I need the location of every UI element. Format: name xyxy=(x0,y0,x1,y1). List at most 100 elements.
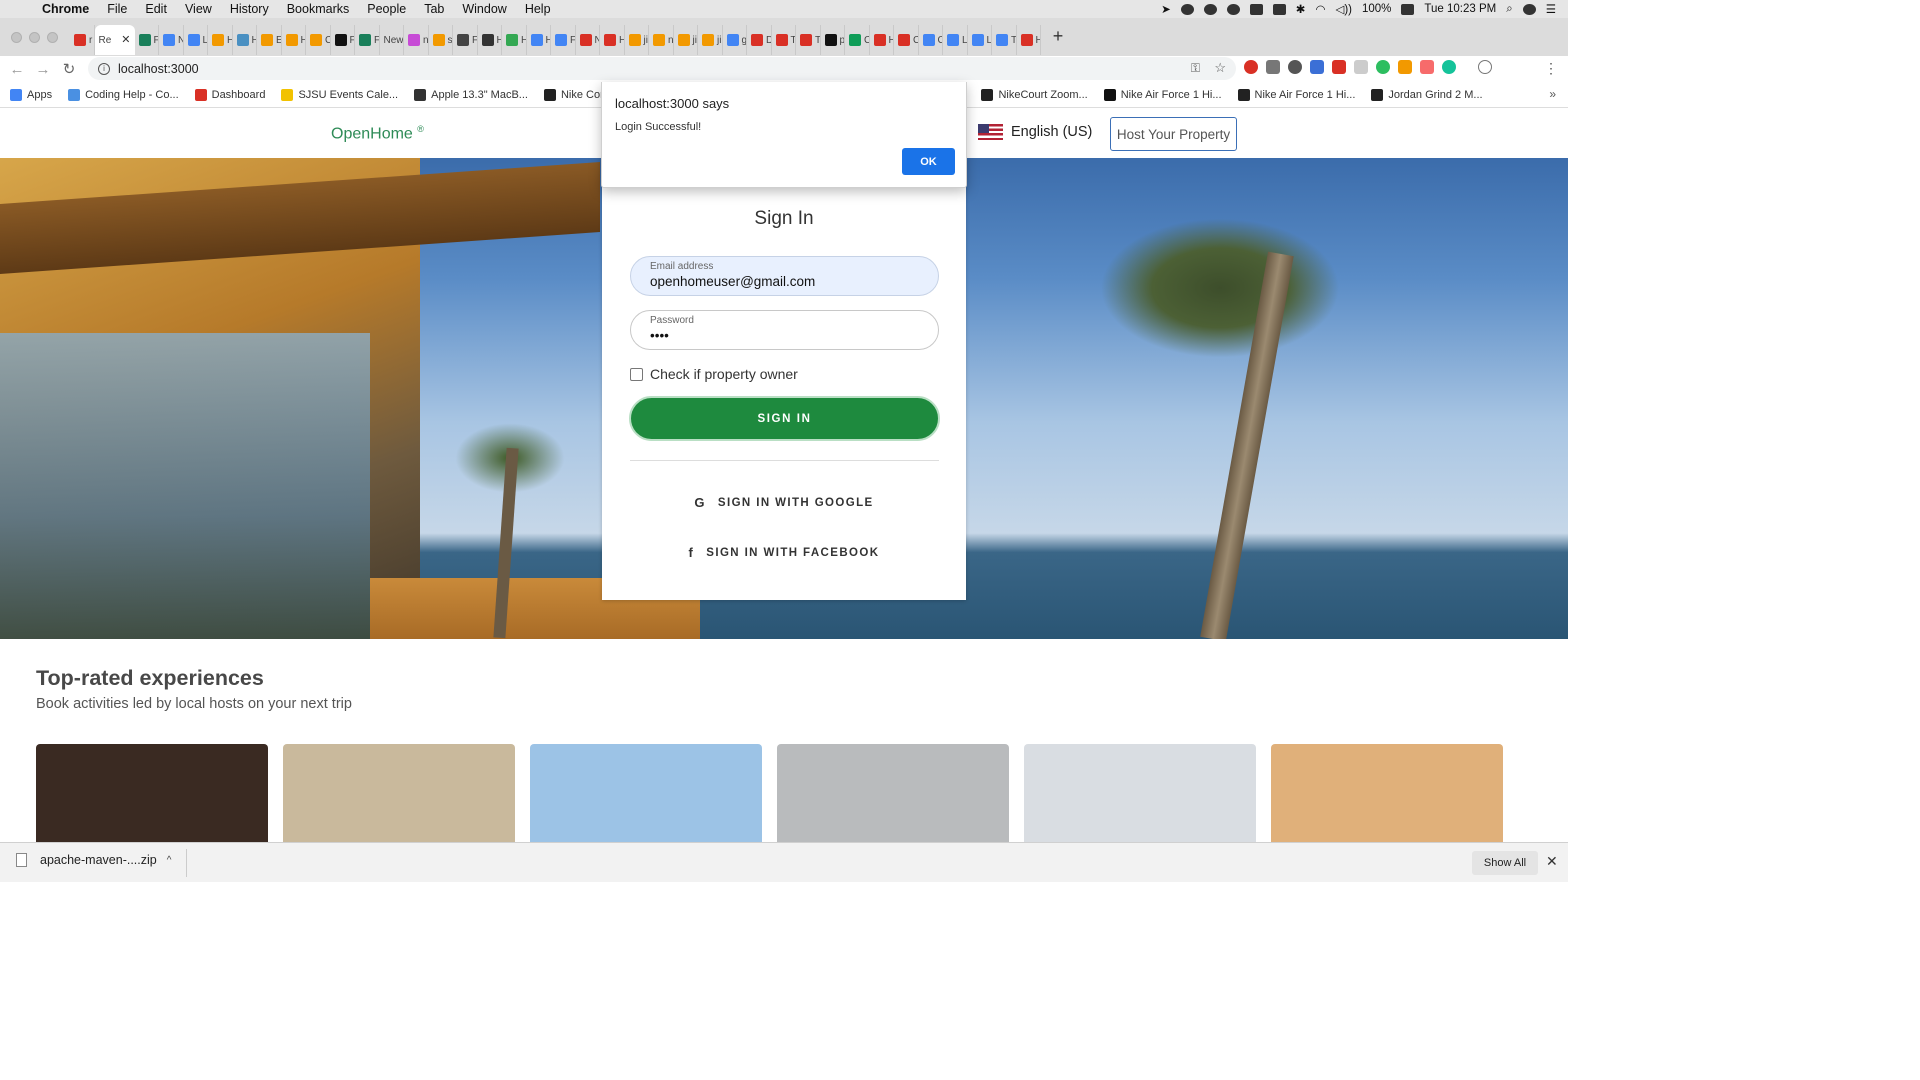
menu-tab[interactable]: Tab xyxy=(415,2,453,16)
browser-tab[interactable]: H xyxy=(502,25,527,55)
browser-tab[interactable]: H xyxy=(208,25,233,55)
show-all-downloads-button[interactable]: Show All xyxy=(1472,851,1538,875)
browser-tab[interactable]: E xyxy=(257,25,282,55)
experience-card[interactable] xyxy=(1024,744,1256,842)
forward-arrow-icon[interactable]: → xyxy=(30,61,56,78)
menu-edit[interactable]: Edit xyxy=(136,2,176,16)
bookmark-item[interactable]: Nike Air Force 1 Hi... xyxy=(1094,88,1222,101)
tab-active[interactable]: Re ✕ xyxy=(94,25,135,55)
battery-icon[interactable] xyxy=(1401,3,1415,15)
browser-tab[interactable]: ji xyxy=(674,25,698,55)
minimize-window-button[interactable] xyxy=(29,31,40,43)
browser-tab[interactable]: H xyxy=(870,25,894,55)
back-arrow-icon[interactable]: ← xyxy=(4,61,30,78)
bookmark-label[interactable]: Jordan Grind 2 M... xyxy=(1388,89,1482,101)
bookmark-item[interactable]: Nike Air Force 1 Hi... xyxy=(1228,88,1356,101)
bookmark-label[interactable]: Dashboard xyxy=(212,89,266,101)
email-field[interactable]: Email address openhomeuser@gmail.com xyxy=(630,256,939,296)
new-tab-button[interactable]: + xyxy=(1045,24,1071,50)
experience-card[interactable] xyxy=(1271,744,1503,842)
creative-cloud-icon[interactable] xyxy=(1203,3,1217,15)
evernote-icon[interactable] xyxy=(1376,60,1390,74)
cloud-icon[interactable] xyxy=(1180,3,1194,15)
browser-tab[interactable]: n xyxy=(649,25,674,55)
bookmark-item[interactable]: Jordan Grind 2 M... xyxy=(1361,88,1483,101)
site-logo[interactable]: OpenHome ® xyxy=(331,124,424,143)
browser-menu-icon[interactable]: ⋮ xyxy=(1544,60,1558,77)
browser-tab[interactable]: C xyxy=(894,25,919,55)
key-icon[interactable]: ⚿ xyxy=(1191,61,1200,76)
volume-icon[interactable]: ◁)) xyxy=(1335,2,1352,16)
browser-tab[interactable]: L xyxy=(943,25,968,55)
reload-icon[interactable]: ↻ xyxy=(56,60,82,78)
browser-tab[interactable]: g xyxy=(723,25,747,55)
alert-ok-button[interactable]: OK xyxy=(902,148,955,175)
logo-text[interactable]: OpenHome xyxy=(331,125,413,142)
browser-tab[interactable]: H xyxy=(600,25,625,55)
browser-tab[interactable]: H xyxy=(233,25,257,55)
browser-tab[interactable]: r xyxy=(70,25,95,55)
sign-in-with-google-button[interactable]: G SIGN IN WITH GOOGLE xyxy=(602,495,966,510)
browser-tab[interactable]: s xyxy=(429,25,453,55)
browser-tab[interactable]: H xyxy=(478,25,502,55)
bookmark-label[interactable]: Nike Air Force 1 Hi... xyxy=(1255,89,1356,101)
experience-card[interactable] xyxy=(777,744,1009,842)
clock[interactable]: Tue 10:23 PM xyxy=(1424,3,1496,15)
menu-history[interactable]: History xyxy=(221,2,278,16)
url-text[interactable]: localhost:3000 xyxy=(118,62,199,76)
browser-tab[interactable]: ji xyxy=(698,25,723,55)
menu-view[interactable]: View xyxy=(176,2,221,16)
browser-tab[interactable]: H xyxy=(527,25,551,55)
facebook-button-label[interactable]: SIGN IN WITH FACEBOOK xyxy=(706,547,879,559)
property-owner-row[interactable]: Check if property owner xyxy=(630,366,798,382)
password-field[interactable]: Password •••• xyxy=(630,310,939,350)
extension-icon[interactable] xyxy=(1310,60,1324,74)
close-window-button[interactable] xyxy=(11,31,22,43)
browser-tab[interactable]: H xyxy=(1017,25,1041,55)
status-icon[interactable] xyxy=(1226,3,1240,15)
bookmark-item[interactable]: SJSU Events Cale... xyxy=(271,88,398,101)
menu-window[interactable]: Window xyxy=(453,2,515,16)
browser-tab[interactable]: New xyxy=(380,25,404,55)
browser-tab[interactable]: C xyxy=(845,25,870,55)
bookmark-label[interactable]: SJSU Events Cale... xyxy=(298,89,398,101)
menu-file[interactable]: File xyxy=(98,2,136,16)
browser-tab[interactable]: L xyxy=(184,25,208,55)
extension-icon[interactable] xyxy=(1288,60,1302,74)
close-icon[interactable]: ✕ xyxy=(1546,853,1558,870)
address-bar[interactable]: i localhost:3000 ⚿ ☆ xyxy=(88,57,1236,80)
close-tab-icon[interactable]: ✕ xyxy=(121,33,130,46)
bookmark-item[interactable]: NikeCourt Zoom... xyxy=(971,88,1088,101)
bookmark-label[interactable]: Apple 13.3" MacB... xyxy=(431,89,528,101)
bookmarks-overflow-chevron-icon[interactable]: » xyxy=(1549,87,1556,101)
browser-tab[interactable]: T xyxy=(992,25,1017,55)
menu-bookmarks[interactable]: Bookmarks xyxy=(278,2,359,16)
bluetooth-icon[interactable]: ✱ xyxy=(1296,2,1306,16)
extension-icon[interactable] xyxy=(1420,60,1434,74)
browser-tab[interactable]: N xyxy=(159,25,184,55)
language-label[interactable]: English (US) xyxy=(1011,124,1092,140)
browser-tab[interactable]: F xyxy=(331,25,355,55)
menu-app-name[interactable]: Chrome xyxy=(36,2,98,16)
browser-tab[interactable]: F xyxy=(453,25,478,55)
airplay-icon[interactable] xyxy=(1272,3,1286,15)
chevron-up-icon[interactable]: ^ xyxy=(167,855,172,866)
experience-card[interactable] xyxy=(36,744,268,842)
opera-extension-icon[interactable] xyxy=(1244,60,1258,74)
bookmark-label[interactable]: Apps xyxy=(27,89,52,101)
browser-tab[interactable]: C xyxy=(306,25,331,55)
browser-tab[interactable]: F xyxy=(135,25,159,55)
browser-tab[interactable]: p xyxy=(821,25,845,55)
property-owner-checkbox[interactable] xyxy=(630,367,643,381)
property-owner-label[interactable]: Check if property owner xyxy=(650,366,798,382)
cloud-extension-icon[interactable] xyxy=(1266,60,1280,74)
browser-tab[interactable]: T xyxy=(772,25,796,55)
bookmark-item[interactable]: Apps xyxy=(0,88,52,101)
bookmark-item[interactable]: Apple 13.3" MacB... xyxy=(404,88,528,101)
profile-avatar[interactable] xyxy=(1478,60,1492,74)
notification-center-icon[interactable]: ☰ xyxy=(1546,2,1556,16)
browser-tab[interactable]: F xyxy=(551,25,576,55)
experience-card[interactable] xyxy=(530,744,762,842)
bookmark-label[interactable]: NikeCourt Zoom... xyxy=(998,89,1087,101)
stack-icon[interactable] xyxy=(1249,3,1263,15)
